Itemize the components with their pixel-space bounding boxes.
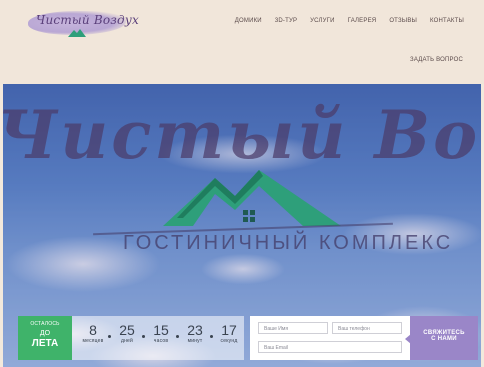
countdown-days-value: 25 <box>119 322 135 338</box>
contact-us-label-line2: С НАМИ <box>431 336 457 342</box>
countdown-seconds-value: 17 <box>221 322 237 338</box>
countdown-months-value: 8 <box>89 322 97 338</box>
name-field[interactable]: Ваше Имя <box>258 322 328 334</box>
countdown-prefix: ОСТАЛОСЬ <box>30 321 60 327</box>
countdown-target: ЛЕТА <box>31 338 59 349</box>
countdown-months: 8 месяцев <box>76 322 110 344</box>
nav-item-services[interactable]: УСЛУГИ <box>310 18 334 24</box>
logo-mountain-icon <box>68 29 86 37</box>
countdown-seconds-label: секунд <box>220 338 238 344</box>
countdown-months-label: месяцев <box>82 338 104 344</box>
countdown-until: ДО <box>39 330 51 337</box>
nav-item-3d-tour[interactable]: 3D-ТУР <box>275 18 297 24</box>
mountain-logo-icon <box>163 170 341 226</box>
countdown-hours-label: часов <box>153 338 169 344</box>
countdown-hours: 15 часов <box>144 322 178 344</box>
countdown-seconds: 17 секунд <box>212 322 246 344</box>
main-nav: ДОМИКИ 3D-ТУР УСЛУГИ ГАЛЕРЕЯ ОТЗЫВЫ КОНТ… <box>235 18 464 24</box>
countdown-minutes-value: 23 <box>187 322 203 338</box>
countdown-label-box: ОСТАЛОСЬ ДО ЛЕТА <box>18 316 72 360</box>
nav-item-houses[interactable]: ДОМИКИ <box>235 18 262 24</box>
site-logo[interactable]: Чистый Воздух <box>28 9 139 39</box>
countdown-hours-value: 15 <box>153 322 169 338</box>
site-header: Чистый Воздух ДОМИКИ 3D-ТУР УСЛУГИ ГАЛЕР… <box>0 0 484 84</box>
countdown-minutes: 23 минут <box>178 322 212 344</box>
ask-question-link[interactable]: ЗАДАТЬ ВОПРОС <box>410 57 463 63</box>
logo-text: Чистый Воздух <box>36 13 139 27</box>
contact-us-button[interactable]: СВЯЖИТЕСЬ С НАМИ <box>410 316 478 360</box>
nav-item-contacts[interactable]: КОНТАКТЫ <box>430 18 464 24</box>
hero-subtitle: ГОСТИНИЧНЫЙ КОМПЛЕКС <box>123 232 454 254</box>
nav-item-reviews[interactable]: ОТЗЫВЫ <box>389 18 417 24</box>
countdown-days-label: дней <box>120 338 134 344</box>
hero-brand-title: Чистый Воздух <box>3 96 481 174</box>
contact-form: Ваше Имя Ваш телефон Ваш Email <box>250 316 410 360</box>
phone-field[interactable]: Ваш телефон <box>332 322 402 334</box>
countdown-days: 25 дней <box>110 322 144 344</box>
countdown-minutes-label: минут <box>187 338 203 344</box>
email-field[interactable]: Ваш Email <box>258 341 402 353</box>
nav-item-gallery[interactable]: ГАЛЕРЕЯ <box>348 18 377 24</box>
